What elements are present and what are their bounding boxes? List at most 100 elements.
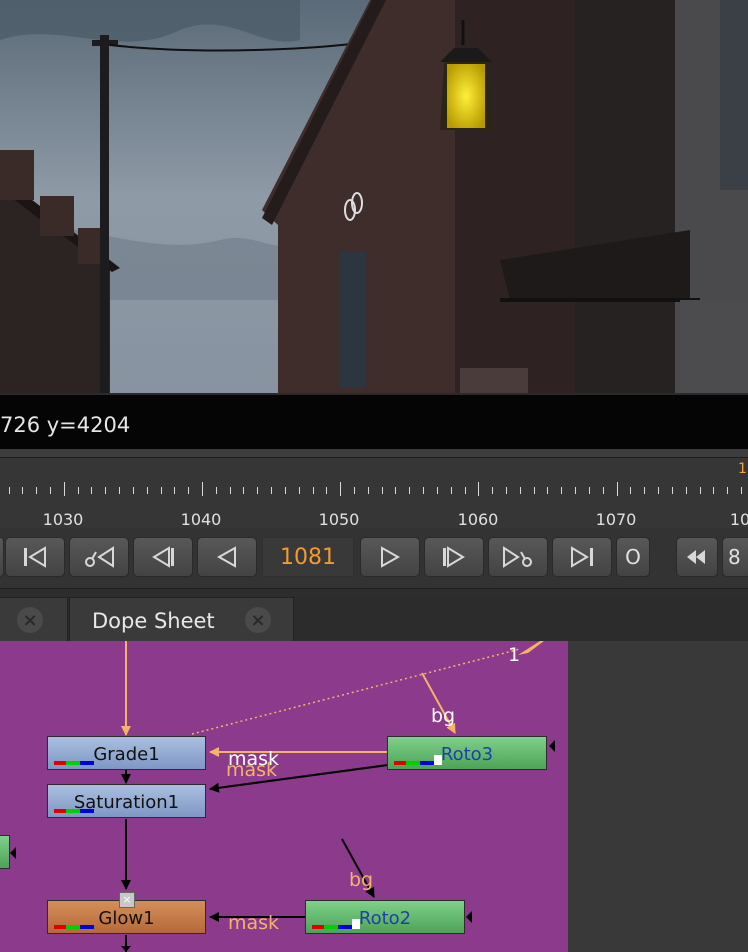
node-graph[interactable]: Grade1 Saturation1 Glow1 × Roto3 Roto2 1… bbox=[0, 641, 568, 952]
timeline-tick bbox=[8, 487, 10, 494]
timeline-tick bbox=[727, 487, 729, 494]
transport-edge-button[interactable] bbox=[0, 537, 4, 577]
timeline-major-tick bbox=[478, 482, 480, 496]
close-icon[interactable]: × bbox=[17, 607, 43, 633]
timeline-major-tick bbox=[616, 482, 618, 496]
timeline-major-tick bbox=[340, 482, 342, 496]
channel-red bbox=[54, 809, 66, 813]
timeline-major-tick bbox=[63, 482, 65, 496]
timeline-marker: 1 bbox=[738, 461, 747, 477]
timeline-tick bbox=[354, 487, 355, 494]
next-frame-step-button[interactable] bbox=[424, 537, 484, 577]
channel-green bbox=[324, 925, 338, 929]
prev-keyframe-icon bbox=[85, 546, 114, 568]
timeline-tick bbox=[423, 487, 425, 494]
tab-dope-sheet[interactable]: Dope Sheet × bbox=[69, 597, 294, 641]
timeline-tick bbox=[533, 487, 535, 494]
rewind-icon bbox=[687, 550, 705, 564]
timeline-tick bbox=[492, 487, 494, 494]
skip-to-end-icon bbox=[571, 546, 593, 568]
timeline-tick bbox=[519, 487, 521, 494]
timeline-tick bbox=[77, 487, 79, 494]
edge-label-bg: bg bbox=[431, 705, 456, 727]
current-frame-input[interactable]: 1081 bbox=[262, 537, 354, 577]
channel-green bbox=[66, 809, 80, 813]
channel-blue bbox=[80, 809, 94, 813]
timeline-tick bbox=[367, 487, 369, 494]
timeline-tick bbox=[119, 487, 121, 494]
play-forward-icon bbox=[381, 546, 401, 568]
viewer-scene bbox=[0, 0, 748, 393]
channel-red bbox=[54, 925, 66, 929]
timeline-tick bbox=[740, 487, 742, 494]
timeline-tick bbox=[271, 487, 273, 494]
timeline-tick bbox=[160, 487, 162, 494]
timeline-label-1040: 1040 bbox=[180, 510, 222, 529]
prev-keyframe-button[interactable] bbox=[69, 537, 129, 577]
channel-red bbox=[54, 761, 66, 765]
timeline-tick bbox=[588, 487, 590, 494]
tab-bar: × Dope Sheet × bbox=[0, 597, 748, 641]
first-frame-button[interactable] bbox=[5, 537, 65, 577]
channel-red bbox=[394, 761, 406, 765]
timeline-tick bbox=[105, 487, 107, 494]
play-backward-button[interactable] bbox=[197, 537, 257, 577]
channel-blue bbox=[80, 925, 94, 929]
prev-frame-step-button[interactable] bbox=[133, 537, 193, 577]
channel-blue bbox=[420, 761, 434, 765]
timeline-label-1030: 1030 bbox=[42, 510, 84, 529]
timeline-ruler[interactable]: 1030 1040 1050 1060 1070 10 bbox=[0, 458, 748, 529]
next-keyframe-icon bbox=[503, 546, 532, 568]
skip-to-start-icon bbox=[24, 546, 46, 568]
timeline-label-1060: 1060 bbox=[457, 510, 499, 529]
tab-dope-sheet-label: Dope Sheet bbox=[92, 609, 215, 633]
close-icon[interactable]: × bbox=[245, 607, 271, 633]
timeline-tick bbox=[91, 487, 93, 494]
timeline-tick bbox=[326, 487, 328, 494]
node-roto3[interactable]: Roto3 bbox=[387, 736, 547, 770]
timeline-tick bbox=[436, 487, 438, 494]
timeline-tick bbox=[685, 487, 687, 494]
timeline-tick bbox=[450, 487, 452, 494]
timeline-tick bbox=[644, 487, 646, 494]
channel-alpha bbox=[352, 919, 360, 929]
next-keyframe-button[interactable] bbox=[488, 537, 548, 577]
timeline-tick bbox=[188, 487, 190, 494]
o-button[interactable]: O bbox=[616, 537, 650, 577]
play-forward-button[interactable] bbox=[360, 537, 420, 577]
timeline-tick bbox=[506, 487, 508, 494]
timeline-tick bbox=[257, 487, 259, 494]
timeline-tick bbox=[713, 487, 715, 494]
viewer-image[interactable] bbox=[0, 0, 748, 393]
tab-node-graph[interactable]: × bbox=[0, 597, 68, 641]
edge-label-mask: mask bbox=[226, 759, 278, 781]
timeline-label-1050: 1050 bbox=[318, 510, 360, 529]
timeline-tick bbox=[630, 487, 632, 494]
node-grade1[interactable]: Grade1 bbox=[47, 736, 206, 770]
rewind-button[interactable] bbox=[676, 537, 718, 577]
panel-divider[interactable] bbox=[0, 449, 748, 458]
timeline-tick bbox=[547, 487, 549, 494]
timeline-tick bbox=[284, 487, 286, 494]
play-backward-icon bbox=[216, 546, 236, 568]
timeline-tick bbox=[395, 487, 397, 494]
timeline-tick bbox=[658, 487, 660, 494]
channel-blue bbox=[338, 925, 352, 929]
timeline-tick bbox=[602, 487, 604, 494]
channel-green bbox=[66, 925, 80, 929]
empty-panel bbox=[568, 641, 748, 952]
coordinate-readout: 726 y=4204 bbox=[0, 413, 131, 437]
timeline-tick bbox=[49, 487, 51, 494]
timeline-tick bbox=[464, 487, 466, 494]
channel-alpha bbox=[434, 755, 442, 765]
disable-icon[interactable]: × bbox=[119, 892, 135, 908]
node-roto2[interactable]: Roto2 bbox=[305, 900, 465, 934]
timeline-label-1080: 10 bbox=[729, 510, 748, 529]
offscreen-node[interactable] bbox=[0, 835, 10, 869]
step-value-field[interactable]: 8 bbox=[722, 537, 748, 577]
timeline-tick bbox=[699, 487, 701, 494]
timeline-major-tick bbox=[201, 482, 203, 496]
edge-label-bg: bg bbox=[349, 869, 374, 891]
node-saturation1[interactable]: Saturation1 bbox=[47, 784, 206, 818]
last-frame-button[interactable] bbox=[552, 537, 612, 577]
